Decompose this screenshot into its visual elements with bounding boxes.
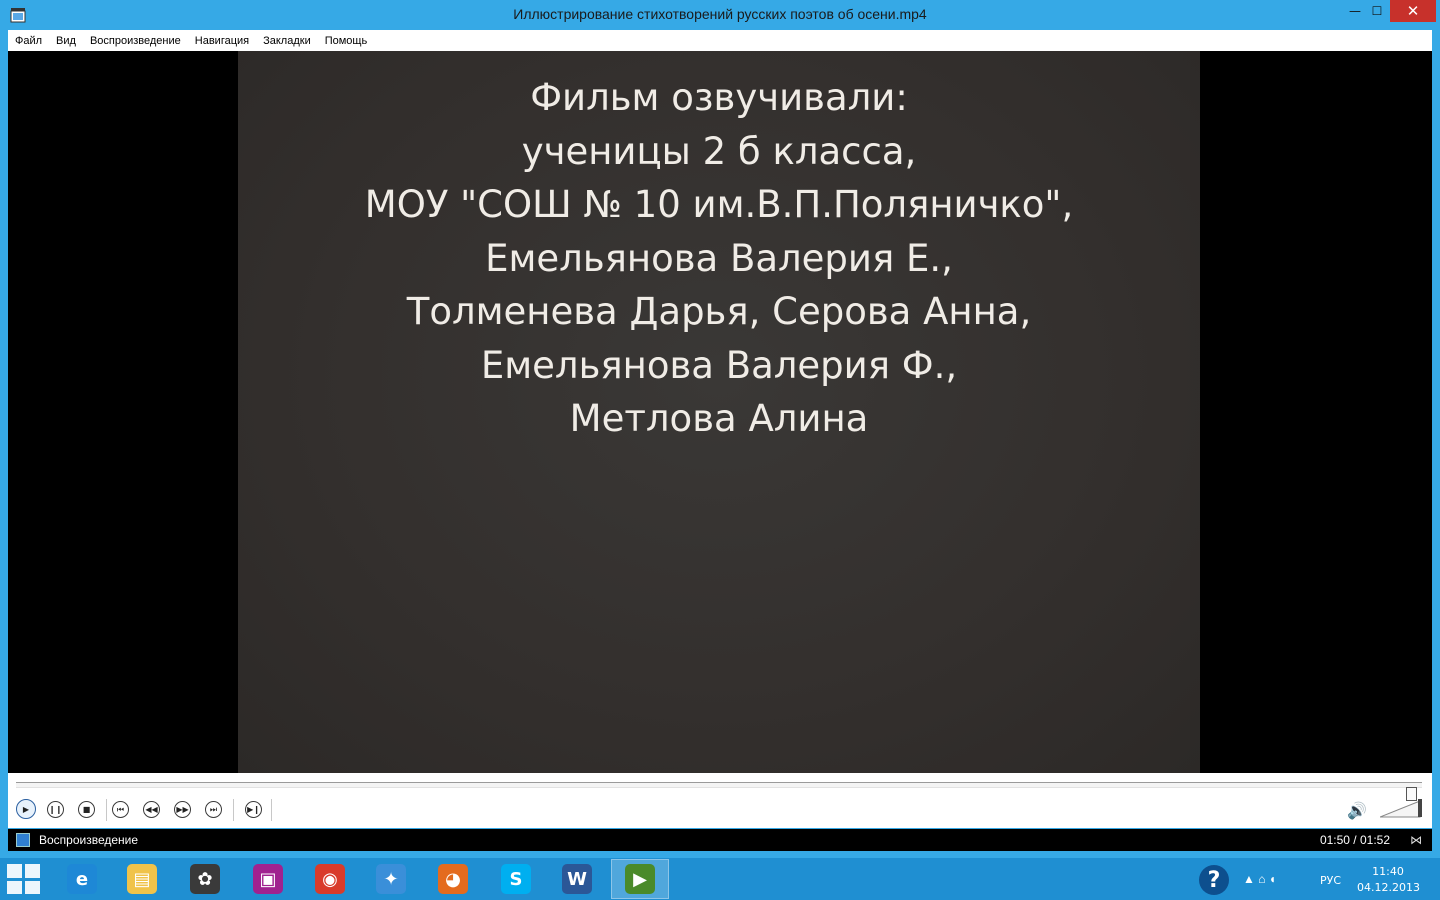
skype-icon: S (501, 864, 531, 894)
status-bar: Воспроизведение 01:50 / 01:52 ⋈ (8, 829, 1432, 851)
word-icon: W (562, 864, 592, 894)
media-icon: ✿ (190, 864, 220, 894)
taskbar-app-firefox[interactable]: ◕ (424, 859, 482, 899)
taskbar-app-chrome[interactable]: ◉ (301, 859, 359, 899)
credit-line: Фильм озвучивали: (530, 76, 908, 119)
volume-slider[interactable] (1380, 797, 1422, 819)
credit-line: Емельянова Валерия Е., (485, 236, 953, 280)
start-button[interactable] (5, 863, 41, 895)
play-button[interactable]: ▶ (16, 799, 36, 819)
credit-line: Емельянова Валерия Ф., (480, 343, 958, 387)
stop-button[interactable]: ■ (78, 801, 95, 818)
clock-time: 11:40 (1372, 865, 1404, 878)
video-display[interactable]: Фильм озвучивали: ученицы 2 б класса, МО… (8, 51, 1432, 773)
credit-line: МОУ "СОШ № 10 им.В.П.Поляничко", (364, 183, 1074, 226)
media-player-window: Иллюстрирование стихотворений русских по… (0, 0, 1440, 858)
menu-playback[interactable]: Воспроизведение (83, 35, 188, 47)
rewind-button[interactable]: ◀◀ (143, 801, 160, 818)
title-bar[interactable]: Иллюстрирование стихотворений русских по… (0, 0, 1440, 30)
taskbar: e ▤ ✿ ▣ ◉ ✦ ◕ S W ▶ ? ▲ ⌂ ◖ РУС 11:40 04.12.2013 (0, 858, 1440, 900)
taskbar-app-explorer[interactable]: ▤ (113, 859, 171, 899)
status-icon (16, 833, 30, 847)
close-button[interactable]: ✕ (1390, 0, 1436, 22)
menu-bookmarks[interactable]: Закладки (256, 35, 318, 47)
previous-button[interactable]: ⏮ (112, 801, 129, 818)
menu-bar: Файл Вид Воспроизведение Навигация Закла… (8, 30, 1432, 51)
separator (233, 799, 234, 821)
windows-logo-icon (7, 880, 22, 894)
credit-line: Метлова Алина (569, 397, 869, 440)
taskbar-app-skype[interactable]: S (487, 859, 545, 899)
separator (271, 799, 272, 821)
remote-icon: ▣ (253, 864, 283, 894)
taskbar-app-media[interactable]: ✿ (176, 859, 234, 899)
window-title: Иллюстрирование стихотворений русских по… (513, 6, 927, 22)
credit-line: ученицы 2 б класса, (521, 129, 917, 173)
menu-navigation[interactable]: Навигация (188, 35, 256, 47)
ie-icon: e (67, 864, 97, 894)
volume-icon[interactable]: 🔊 (1347, 801, 1367, 820)
taskbar-app-media-player[interactable]: ▶ (611, 859, 669, 899)
credits-text: Фильм озвучивали: ученицы 2 б класса, МО… (238, 71, 1200, 446)
tray-icons[interactable]: ▲ ⌂ ◖ (1243, 858, 1276, 900)
status-label: Воспроизведение (39, 833, 139, 847)
time-display: 01:50 / 01:52 (1319, 833, 1390, 847)
windows-logo-icon (7, 864, 22, 878)
menu-help[interactable]: Помощь (318, 35, 375, 47)
pause-button[interactable]: ❙❙ (47, 801, 64, 818)
clock-date: 04.12.2013 (1357, 881, 1420, 894)
frame-step-button[interactable]: ▶❙ (245, 801, 262, 818)
taskbar-app-safari[interactable]: ✦ (362, 859, 420, 899)
menu-file[interactable]: Файл (8, 35, 49, 47)
help-icon[interactable]: ? (1199, 865, 1229, 895)
safari-icon: ✦ (376, 864, 406, 894)
menu-view[interactable]: Вид (49, 35, 83, 47)
explorer-icon: ▤ (127, 864, 157, 894)
chrome-icon: ◉ (315, 864, 345, 894)
taskbar-app-ie[interactable]: e (53, 859, 111, 899)
taskbar-app-remote[interactable]: ▣ (239, 859, 297, 899)
maximize-button[interactable]: ☐ (1364, 0, 1390, 22)
taskbar-app-word[interactable]: W (548, 859, 606, 899)
windows-logo-icon (25, 864, 40, 878)
separator (106, 799, 107, 821)
media-player-icon: ▶ (625, 864, 655, 894)
next-button[interactable]: ⏭ (205, 801, 222, 818)
seek-bar[interactable] (16, 782, 1422, 801)
statistics-icon[interactable]: ⋈ (1410, 833, 1422, 847)
forward-button[interactable]: ▶▶ (174, 801, 191, 818)
firefox-icon: ◕ (438, 864, 468, 894)
video-frame: Фильм озвучивали: ученицы 2 б класса, МО… (238, 51, 1200, 773)
windows-logo-icon (25, 880, 40, 894)
credit-line: Толменева Дарья, Серова Анна, (406, 290, 1032, 333)
playback-controls: ▶ ❙❙ ■ ⏮ ◀◀ ▶▶ ⏭ ▶❙ 🔊 (8, 773, 1432, 828)
clock[interactable]: 11:40 04.12.2013 (1357, 864, 1420, 896)
language-indicator[interactable]: РУС (1320, 874, 1341, 887)
